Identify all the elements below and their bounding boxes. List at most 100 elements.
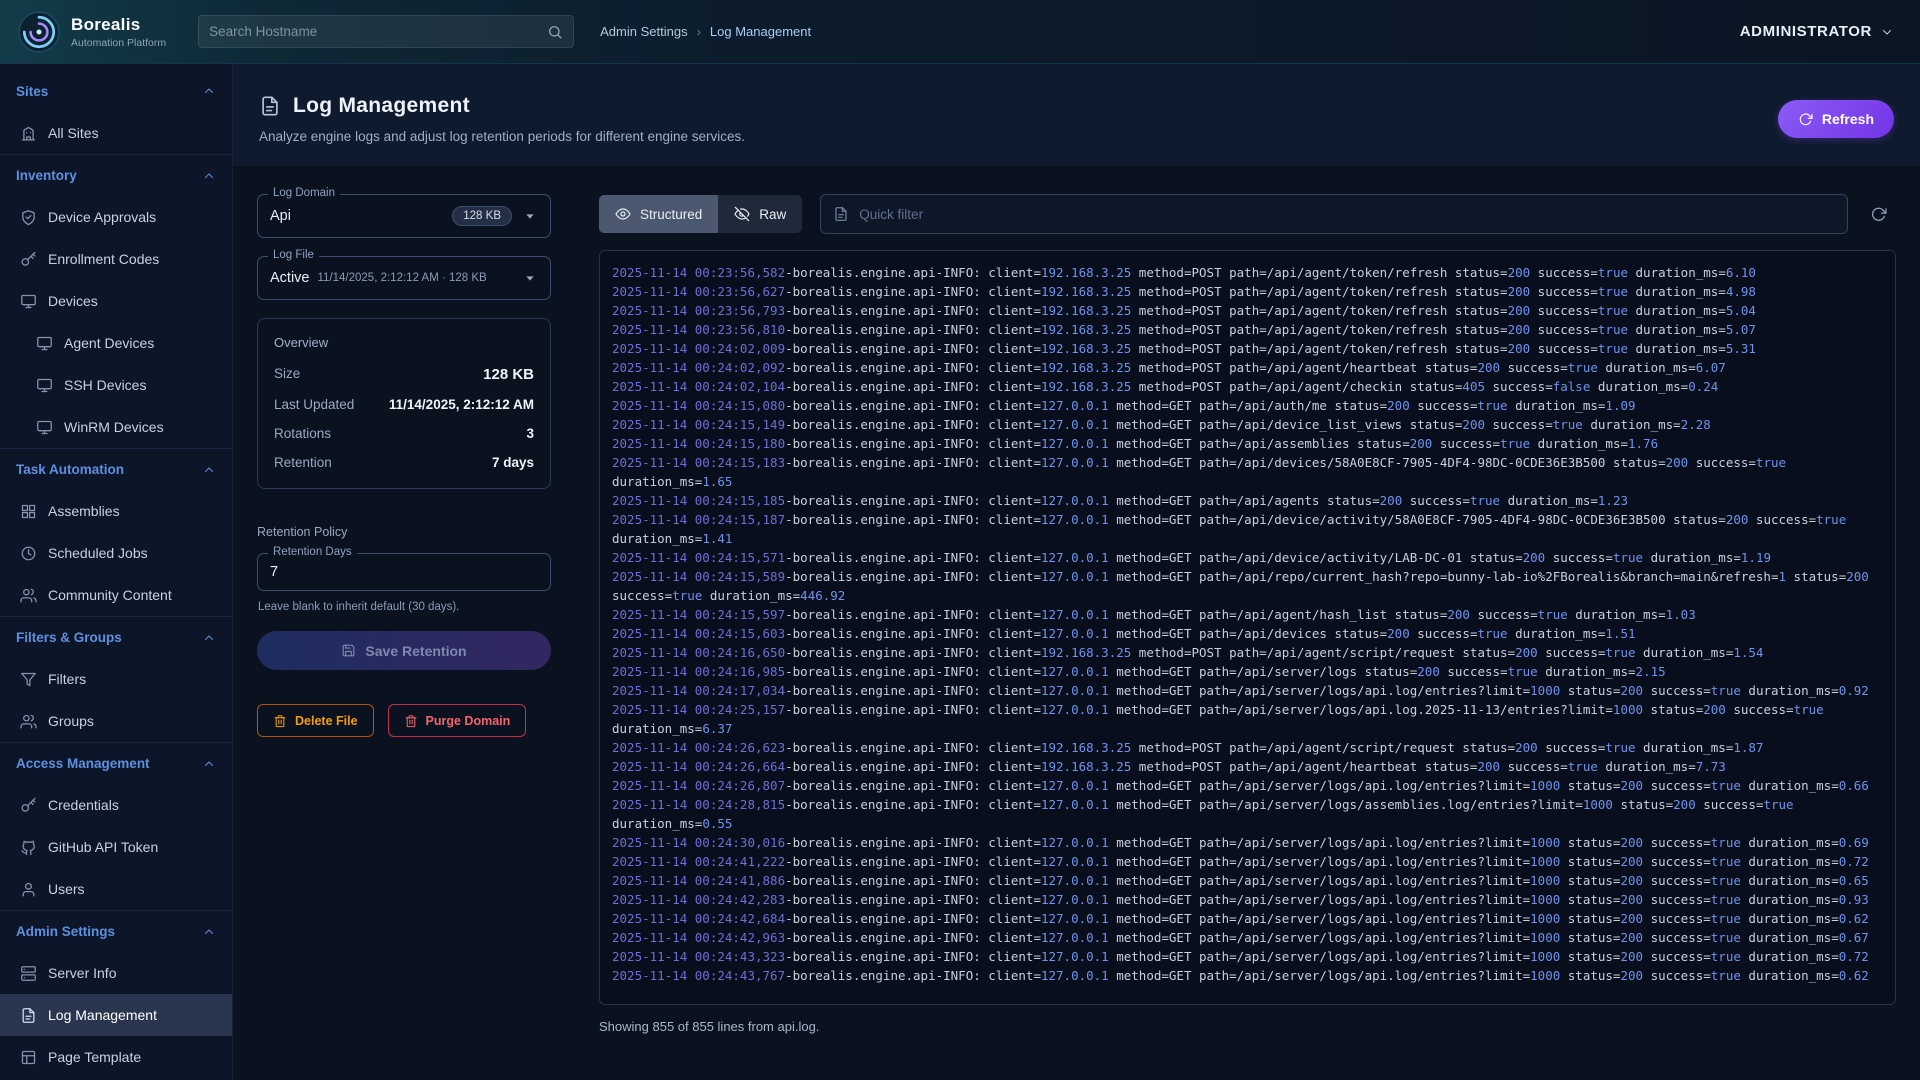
brand: Borealis Automation Platform xyxy=(18,11,166,53)
brand-name: Borealis xyxy=(71,15,166,35)
sidebar-section-label: Filters & Groups xyxy=(16,630,122,645)
sidebar-section-admin-settings[interactable]: Admin Settings xyxy=(0,910,232,952)
search-input[interactable] xyxy=(209,24,539,39)
raw-toggle-button[interactable]: Raw xyxy=(718,195,802,233)
sidebar-section-access-management[interactable]: Access Management xyxy=(0,742,232,784)
quick-filter-input[interactable] xyxy=(859,207,1835,222)
eye-off-icon xyxy=(734,206,750,222)
log-file-select[interactable]: Log File Active 11/14/2025, 2:12:12 AM ·… xyxy=(257,256,551,300)
log-domain-value: Api xyxy=(270,208,291,224)
overview-row-size: Size128 KB xyxy=(274,366,534,383)
sidebar-section-sites[interactable]: Sites xyxy=(0,70,232,112)
save-retention-button[interactable]: Save Retention xyxy=(257,631,551,670)
purge-domain-button[interactable]: Purge Domain xyxy=(388,704,527,737)
sidebar-item-filters[interactable]: Filters xyxy=(0,658,232,700)
sidebar-item-ssh-devices[interactable]: SSH Devices xyxy=(0,364,232,406)
log-line: 2025-11-14 00:24:25,157-borealis.engine.… xyxy=(612,700,1883,738)
log-refresh-button[interactable] xyxy=(1860,196,1896,232)
sidebar-item-agent-devices[interactable]: Agent Devices xyxy=(0,322,232,364)
delete-file-button[interactable]: Delete File xyxy=(257,704,374,737)
log-viewer-panel: Structured Raw 2025- xyxy=(599,194,1896,1080)
sidebar-item-credentials[interactable]: Credentials xyxy=(0,784,232,826)
overview-title: Overview xyxy=(274,335,534,350)
sidebar-section-label: Admin Settings xyxy=(16,924,115,939)
sidebar-item-community-content[interactable]: Community Content xyxy=(0,574,232,616)
sidebar-item-groups[interactable]: Groups xyxy=(0,700,232,742)
sidebar-section-inventory[interactable]: Inventory xyxy=(0,154,232,196)
sidebar-item-log-management[interactable]: Log Management xyxy=(0,994,232,1036)
chevron-up-icon xyxy=(202,925,216,939)
breadcrumb-admin-settings[interactable]: Admin Settings xyxy=(600,24,687,39)
log-domain-select[interactable]: Log Domain Api 128 KB xyxy=(257,194,551,238)
chevron-down-icon xyxy=(1880,25,1894,39)
log-domain-label: Log Domain xyxy=(268,187,340,199)
sidebar-item-enrollment-codes[interactable]: Enrollment Codes xyxy=(0,238,232,280)
overview-card: Overview Size128 KBLast Updated11/14/202… xyxy=(257,318,551,489)
shield-icon xyxy=(20,209,37,226)
key-icon xyxy=(20,797,37,814)
users-icon xyxy=(20,587,37,604)
sidebar-section-filters-groups[interactable]: Filters & Groups xyxy=(0,616,232,658)
github-icon xyxy=(20,839,37,856)
retention-policy-label: Retention Policy xyxy=(257,525,551,539)
log-line: 2025-11-14 00:24:30,016-borealis.engine.… xyxy=(612,833,1883,852)
trash-icon xyxy=(404,714,418,728)
retention-days-field[interactable]: Retention Days xyxy=(257,553,551,591)
sidebar-section-task-automation[interactable]: Task Automation xyxy=(0,448,232,490)
sidebar-item-github-api-token[interactable]: GitHub API Token xyxy=(0,826,232,868)
log-line: 2025-11-14 00:24:15,603-borealis.engine.… xyxy=(612,624,1883,643)
sidebar-item-users[interactable]: Users xyxy=(0,868,232,910)
save-retention-label: Save Retention xyxy=(365,643,466,659)
monitor-icon xyxy=(36,419,53,436)
user-label: ADMINISTRATOR xyxy=(1740,23,1872,40)
retention-days-label: Retention Days xyxy=(268,546,357,558)
log-file-label: Log File xyxy=(268,249,319,261)
building-icon xyxy=(20,125,37,142)
log-line: 2025-11-14 00:24:26,623-borealis.engine.… xyxy=(612,738,1883,757)
retention-days-input[interactable] xyxy=(270,564,538,580)
sidebar-item-label: Scheduled Jobs xyxy=(48,545,148,561)
hostname-searchbox[interactable] xyxy=(198,15,574,48)
sidebar-item-label: Page Template xyxy=(48,1049,141,1065)
structured-toggle-button[interactable]: Structured xyxy=(599,195,718,233)
log-file-meta: 11/14/2025, 2:12:12 AM · 128 KB xyxy=(318,272,513,284)
log-line: 2025-11-14 00:24:02,009-borealis.engine.… xyxy=(612,339,1883,358)
log-file-value: Active xyxy=(270,270,310,286)
sidebar-item-device-approvals[interactable]: Device Approvals xyxy=(0,196,232,238)
breadcrumb-log-management[interactable]: Log Management xyxy=(710,24,811,39)
log-line: 2025-11-14 00:24:41,222-borealis.engine.… xyxy=(612,852,1883,871)
sidebar-item-label: Devices xyxy=(48,293,98,309)
sidebar-item-devices[interactable]: Devices xyxy=(0,280,232,322)
overview-row-retention: Retention7 days xyxy=(274,455,534,470)
log-line: 2025-11-14 00:24:43,323-borealis.engine.… xyxy=(612,947,1883,966)
monitor-icon xyxy=(20,293,37,310)
log-line: 2025-11-14 00:24:16,650-borealis.engine.… xyxy=(612,643,1883,662)
sidebar-item-all-sites[interactable]: All Sites xyxy=(0,112,232,154)
sidebar-item-label: Users xyxy=(48,881,85,897)
chevron-up-icon xyxy=(202,631,216,645)
sidebar-item-scheduled-jobs[interactable]: Scheduled Jobs xyxy=(0,532,232,574)
quick-filter[interactable] xyxy=(820,194,1848,234)
sidebar-item-label: Device Approvals xyxy=(48,209,156,225)
overview-row-value: 11/14/2025, 2:12:12 AM xyxy=(389,397,534,412)
viewer-controls: Structured Raw xyxy=(599,194,1896,234)
layout-icon xyxy=(20,1049,37,1066)
sidebar-item-label: Groups xyxy=(48,713,94,729)
trash-icon xyxy=(273,714,287,728)
sidebar-item-page-template[interactable]: Page Template xyxy=(0,1036,232,1078)
refresh-button[interactable]: Refresh xyxy=(1778,100,1894,138)
delete-file-label: Delete File xyxy=(295,714,358,728)
sidebar-item-label: Agent Devices xyxy=(64,335,154,351)
user-menu[interactable]: ADMINISTRATOR xyxy=(1740,23,1894,40)
overview-row-value: 128 KB xyxy=(483,366,534,383)
danger-actions: Delete File Purge Domain xyxy=(257,704,551,737)
sidebar-item-winrm-devices[interactable]: WinRM Devices xyxy=(0,406,232,448)
sidebar-item-label: Assemblies xyxy=(48,503,120,519)
log-line: 2025-11-14 00:24:15,080-borealis.engine.… xyxy=(612,396,1883,415)
sidebar-item-assemblies[interactable]: Assemblies xyxy=(0,490,232,532)
log-output[interactable]: 2025-11-14 00:23:56,582-borealis.engine.… xyxy=(599,250,1896,1005)
sidebar-item-server-info[interactable]: Server Info xyxy=(0,952,232,994)
log-management-icon xyxy=(259,95,281,117)
save-icon xyxy=(341,643,356,658)
eye-icon xyxy=(615,206,631,222)
